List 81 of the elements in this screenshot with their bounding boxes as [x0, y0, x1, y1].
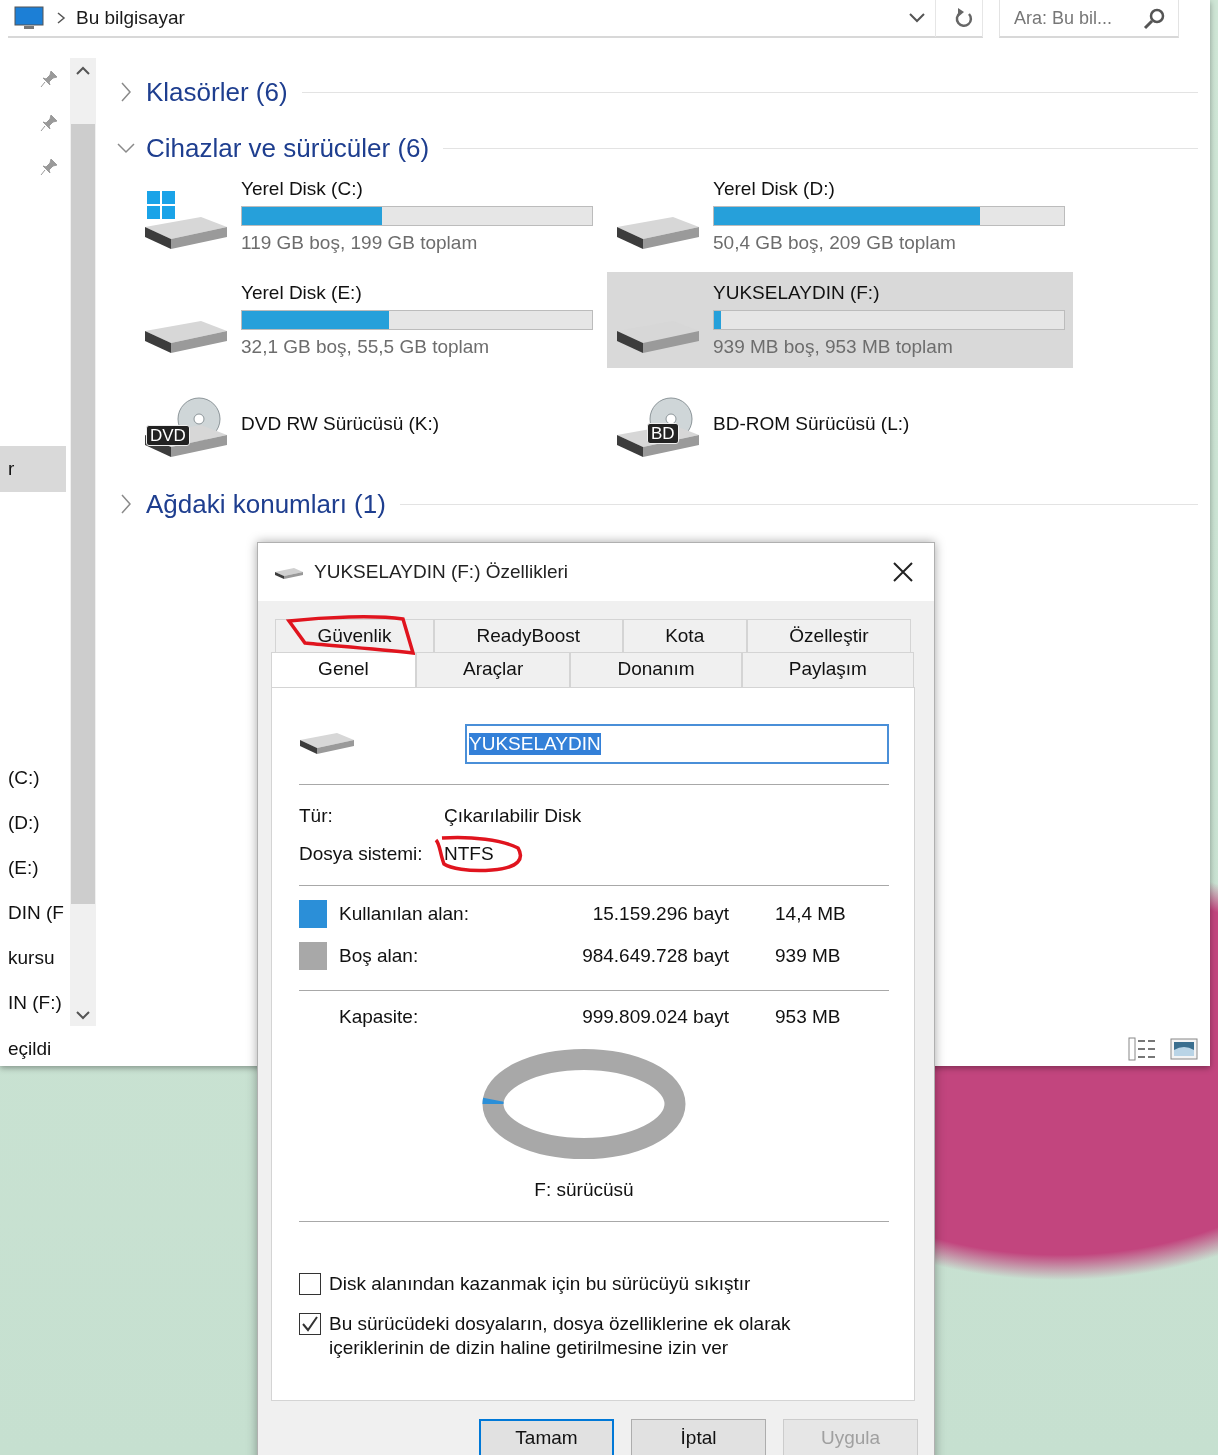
volume-name-field[interactable]: YUKSELAYDIN — [465, 724, 889, 764]
drive-badge: BD — [647, 423, 679, 444]
pin-icon — [40, 70, 58, 88]
checkbox-option[interactable]: Disk alanından kazanmak için bu sürücüyü sıkıştır — [299, 1272, 889, 1296]
drive-name: YUKSELAYDIN (F:) — [713, 282, 881, 304]
group-header[interactable]: Cihazlar ve sürücüler (6) — [146, 132, 430, 164]
tab[interactable]: Özelleştir — [746, 619, 912, 652]
drive-space-text: 119 GB boş, 199 GB toplam — [241, 232, 479, 254]
tab[interactable]: Genel — [271, 652, 416, 687]
nav-item[interactable]: (D:) — [0, 805, 66, 841]
nav-item[interactable]: IN (F:) — [0, 985, 66, 1021]
usage-size: 14,4 MB — [774, 903, 847, 925]
tab[interactable]: Kota — [622, 619, 747, 652]
drive-name: Yerel Disk (C:) — [241, 178, 364, 200]
drive-space-text: 32,1 GB boş, 55,5 GB toplam — [241, 336, 491, 358]
scroll-down-icon — [76, 1010, 90, 1020]
chevron-right-icon[interactable] — [120, 82, 132, 102]
refresh-icon — [954, 7, 974, 29]
drive-icon — [615, 216, 701, 250]
dialog-title: YUKSELAYDIN (F:) Özellikleri — [314, 561, 569, 583]
chevron-right-icon[interactable] — [120, 494, 132, 514]
drive-badge: DVD — [146, 425, 190, 446]
drive-icon — [143, 320, 229, 354]
capacity-size: 953 MB — [774, 1006, 842, 1028]
dialog-button[interactable]: İptal — [631, 1419, 766, 1455]
drive-tile[interactable]: DVD DVD RW Sürücüsü (K:) — [135, 376, 601, 472]
large-icons-view-icon — [1170, 1038, 1198, 1060]
status-text: eçildi — [8, 1038, 52, 1060]
group-header[interactable]: Klasörler (6) — [146, 76, 288, 108]
nav-item[interactable]: (E:) — [0, 850, 66, 886]
chevron-down-icon — [909, 13, 925, 23]
checkbox-label: Disk alanından kazanmak için bu sürücüyü sıkıştır — [329, 1272, 751, 1296]
scroll-up-icon — [76, 66, 90, 76]
tab[interactable]: ReadyBoost — [434, 619, 623, 652]
pin-icon — [40, 114, 58, 132]
capacity-bytes: 999.809.024 bayt — [581, 1006, 729, 1028]
property-label: Dosya sistemi: — [299, 843, 424, 865]
nav-item[interactable]: kursu — [0, 940, 66, 976]
address-field[interactable]: Bu bilgisayar — [8, 0, 983, 38]
search-field[interactable]: Ara: Bu bil... — [999, 0, 1179, 38]
drive-tile[interactable]: Yerel Disk (C:) 119 GB boş, 199 GB toplam — [135, 168, 601, 264]
close-icon — [892, 561, 914, 583]
drive-name: Yerel Disk (E:) — [241, 282, 363, 304]
scrollbar[interactable] — [70, 58, 96, 1026]
pin-icon — [40, 158, 58, 176]
drive-tile[interactable]: BD BD-ROM Sürücüsü (L:) — [607, 376, 1073, 472]
drive-space-text: 939 MB boş, 953 MB toplam — [713, 336, 954, 358]
chevron-right-icon — [56, 12, 66, 24]
chevron-down-icon[interactable] — [117, 142, 135, 154]
usage-size: 939 MB — [774, 945, 842, 967]
search-icon — [1143, 8, 1165, 30]
property-value: NTFS — [444, 843, 495, 865]
dialog-button[interactable]: Tamam — [479, 1419, 614, 1455]
usage-label: Boş alan: — [338, 945, 420, 967]
drive-name: BD-ROM Sürücüsü (L:) — [713, 413, 911, 435]
details-view-icon — [1128, 1037, 1158, 1061]
checkbox-option[interactable]: Bu sürücüdeki dosyaların, dosya özelliklerine ek olarak içeriklerinin de dizin haline getirilmesine izin ver — [299, 1312, 889, 1360]
tab[interactable]: Paylaşım — [741, 652, 914, 687]
property-label: Tür: — [299, 805, 334, 827]
usage-label: Kullanılan alan: — [338, 903, 470, 925]
location-text: Bu bilgisayar — [76, 7, 185, 29]
nav-item[interactable]: DIN (F — [0, 895, 66, 931]
usage-bytes: 15.159.296 bayt — [591, 903, 729, 925]
drive-tile[interactable]: YUKSELAYDIN (F:) 939 MB boş, 953 MB toplam — [607, 272, 1073, 368]
drive-name: DVD RW Sürücüsü (K:) — [241, 413, 441, 435]
usage-bytes: 984.649.728 bayt — [581, 945, 729, 967]
drive-tile[interactable]: Yerel Disk (D:) 50,4 GB boş, 209 GB toplam — [607, 168, 1073, 264]
capacity-label: Kapasite: — [338, 1006, 420, 1028]
computer-icon — [12, 5, 46, 31]
drive-name: Yerel Disk (D:) — [713, 178, 836, 200]
drive-space-text: 50,4 GB boş, 209 GB toplam — [713, 232, 957, 254]
drive-tile[interactable]: Yerel Disk (E:) 32,1 GB boş, 55,5 GB toplam — [135, 272, 601, 368]
tab[interactable]: Donanım — [570, 652, 742, 687]
group-header[interactable]: Ağdaki konumları (1) — [146, 488, 386, 520]
property-value: Çıkarılabilir Disk — [444, 805, 583, 827]
scrollbar-thumb[interactable] — [71, 124, 95, 904]
nav-item[interactable]: (C:) — [0, 760, 66, 796]
checkbox-label: Bu sürücüdeki dosyaların, dosya özelliklerine ek olarak içeriklerinin de dizin haline getirilmesine izin ver — [329, 1312, 791, 1360]
drive-caption: F: sürücüsü — [534, 1179, 634, 1201]
tab[interactable]: Araçlar — [415, 652, 571, 687]
nav-item[interactable]: r — [0, 446, 66, 492]
